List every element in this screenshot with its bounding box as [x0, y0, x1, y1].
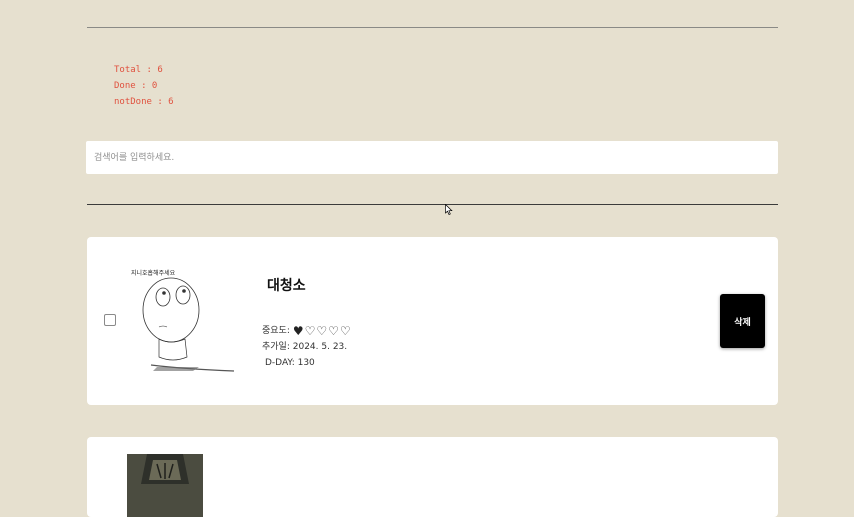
added-date: 2024. 5. 23. [292, 342, 348, 352]
todo-thumbnail: 지니호흡해주세요 [131, 269, 235, 372]
todo-checkbox[interactable] [104, 314, 116, 326]
thumbnail-caption: 지니호흡해주세요 [131, 269, 176, 277]
todo-meta: 중요도: ♥♡♡♡♡ 추가일: 2024. 5. 23. D-DAY: 130 [262, 323, 352, 371]
top-divider [87, 27, 778, 28]
done-count: Done : 0 [114, 81, 158, 91]
stats-panel: Total : 6 Done : 0 notDone : 6 [114, 62, 174, 110]
dday-label: D-DAY: 130 [265, 358, 315, 368]
not-done-count: notDone : 6 [114, 97, 174, 107]
todo-title: 대청소 [267, 278, 306, 294]
todo-thumbnail [127, 454, 203, 517]
added-label: 추가일: [262, 342, 290, 352]
delete-button[interactable]: 삭제 [720, 294, 765, 348]
total-count: Total : 6 [114, 65, 163, 75]
search-input[interactable] [86, 141, 778, 174]
importance-hearts-icon: ♥♡♡♡♡ [292, 324, 352, 338]
list-divider [87, 204, 778, 205]
todo-title-partial [227, 475, 347, 485]
todo-card [87, 437, 778, 517]
mouse-cursor-icon [445, 204, 453, 215]
todo-card: 지니호흡해주세요 대청소 중요도: ♥♡♡♡♡ 추가일: 2024. 5. 23… [87, 237, 778, 405]
importance-label: 중요도: [262, 326, 290, 336]
